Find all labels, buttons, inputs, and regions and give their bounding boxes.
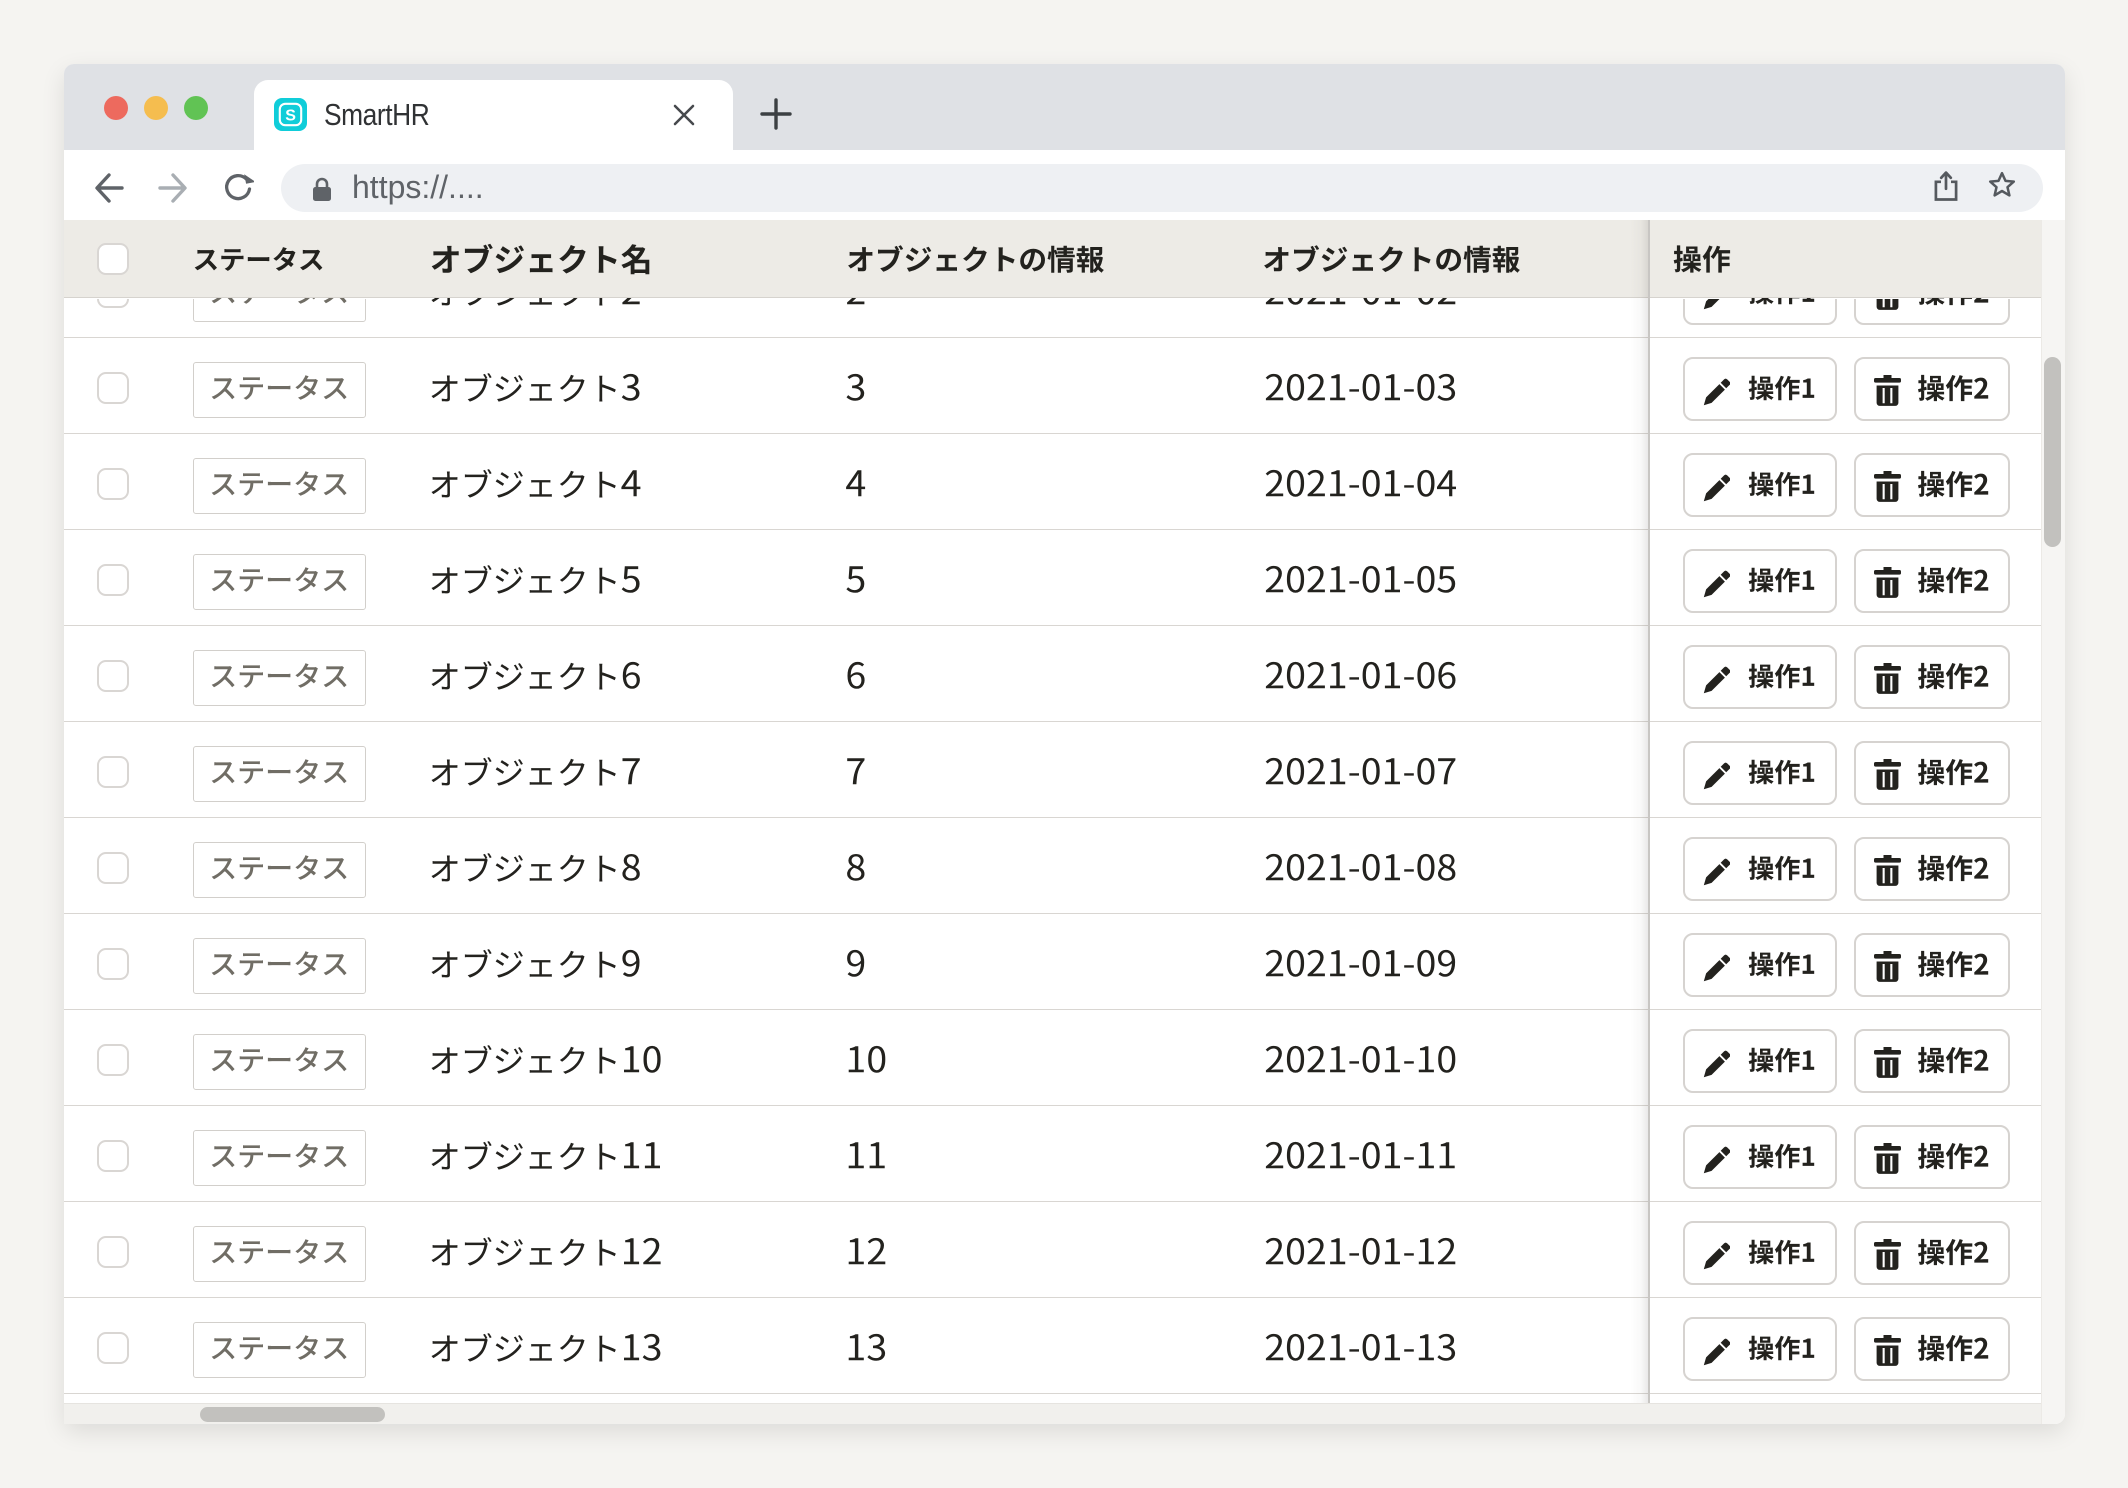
svg-text:S: S [285,108,296,125]
